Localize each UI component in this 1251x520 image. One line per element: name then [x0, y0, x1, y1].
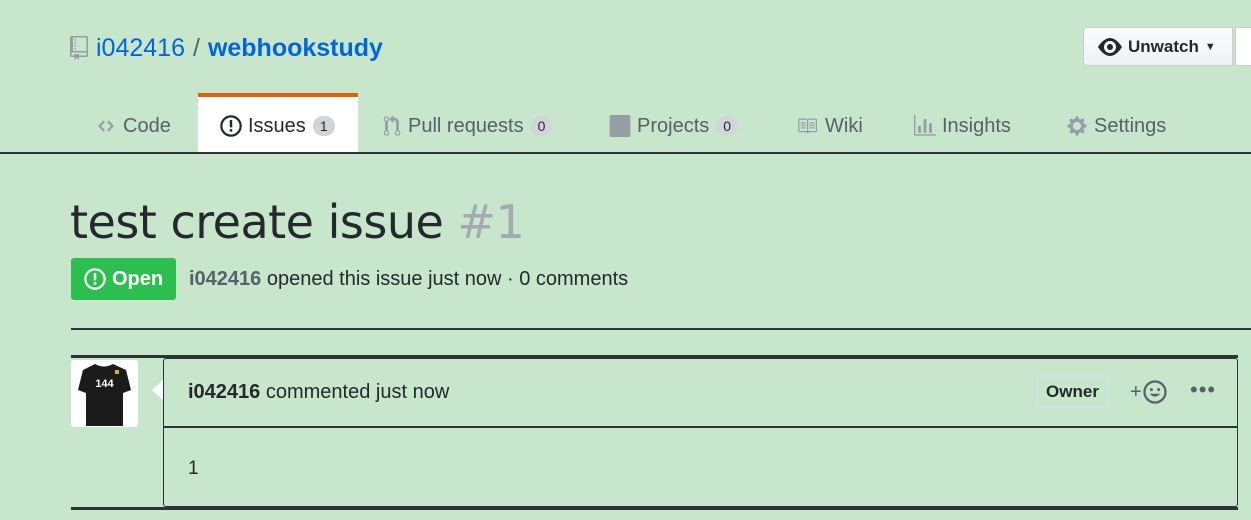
graph-icon	[914, 115, 936, 137]
tab-insights[interactable]: Insights	[914, 100, 1011, 152]
issue-title-text: test create issue	[70, 195, 444, 249]
issue-author-link[interactable]: i042416	[189, 268, 261, 290]
project-icon	[609, 115, 631, 137]
issues-counter: 1	[312, 116, 335, 136]
tab-label: Insights	[942, 114, 1011, 137]
tabs-divider	[0, 152, 1251, 154]
tab-label: Settings	[1094, 114, 1167, 137]
tab-label: Wiki	[825, 114, 863, 137]
smiley-icon	[1143, 380, 1167, 404]
watch-count-box[interactable]	[1235, 27, 1251, 66]
eye-icon	[1098, 37, 1122, 56]
comment-action-text: commented just now	[265, 381, 450, 403]
tab-code[interactable]: Code	[95, 100, 171, 152]
tab-pull-requests[interactable]: Pull requests 0	[382, 100, 553, 152]
issue-opened-icon	[220, 115, 242, 137]
tab-label: Issues	[248, 114, 306, 137]
tab-projects[interactable]: Projects 0	[609, 100, 739, 152]
header-divider	[71, 328, 1251, 330]
tab-label: Pull requests	[408, 114, 524, 137]
owner-label: Owner	[1036, 375, 1109, 408]
avatar[interactable]: 144	[71, 360, 138, 427]
tab-label: Code	[123, 114, 171, 137]
issue-number: #1	[457, 195, 525, 249]
comment-body: 1	[188, 458, 199, 479]
pull-requests-counter: 0	[530, 116, 553, 136]
chevron-down-icon: ▼	[1204, 40, 1216, 53]
repo-separator: /	[192, 33, 200, 62]
timeline-bottom-divider	[71, 507, 1238, 510]
book-icon	[795, 116, 819, 136]
repo-name-link[interactable]: webhookstudy	[208, 34, 383, 63]
unwatch-label: Unwatch	[1128, 36, 1199, 56]
issue-opened-icon	[84, 268, 106, 290]
issue-meta-text: opened this issue just now · 0 comments	[266, 268, 629, 290]
repo-header: i042416 / webhookstudy	[70, 30, 383, 66]
tab-label: Projects	[637, 114, 710, 137]
tab-settings[interactable]: Settings	[1066, 100, 1166, 152]
projects-counter: 0	[716, 116, 739, 136]
avatar-jersey-number: 144	[95, 378, 114, 390]
reaction-plus: +	[1130, 380, 1142, 403]
repo-owner-link[interactable]: i042416	[96, 34, 185, 63]
comment-more-button[interactable]: •••	[1190, 377, 1216, 403]
issue-state-label: Open	[111, 267, 164, 290]
tab-issues[interactable]: Issues 1	[220, 100, 335, 152]
issue-title: test create issue #1	[70, 195, 525, 249]
add-reaction-button[interactable]: +	[1130, 380, 1167, 404]
comment-author-link[interactable]: i042416	[188, 381, 260, 403]
tab-wiki[interactable]: Wiki	[795, 100, 863, 152]
git-pull-request-icon	[382, 115, 402, 137]
comment-header-divider	[164, 426, 1237, 428]
code-icon	[95, 117, 117, 135]
comment-pointer	[152, 380, 163, 400]
issue-meta: i042416 opened this issue just now · 0 c…	[189, 268, 628, 291]
gear-icon	[1066, 115, 1088, 137]
comment-header: i042416 commented just now	[188, 381, 449, 404]
repo-icon	[70, 36, 88, 60]
unwatch-button[interactable]: Unwatch ▼	[1083, 27, 1233, 66]
issue-state-badge: Open	[71, 258, 176, 300]
